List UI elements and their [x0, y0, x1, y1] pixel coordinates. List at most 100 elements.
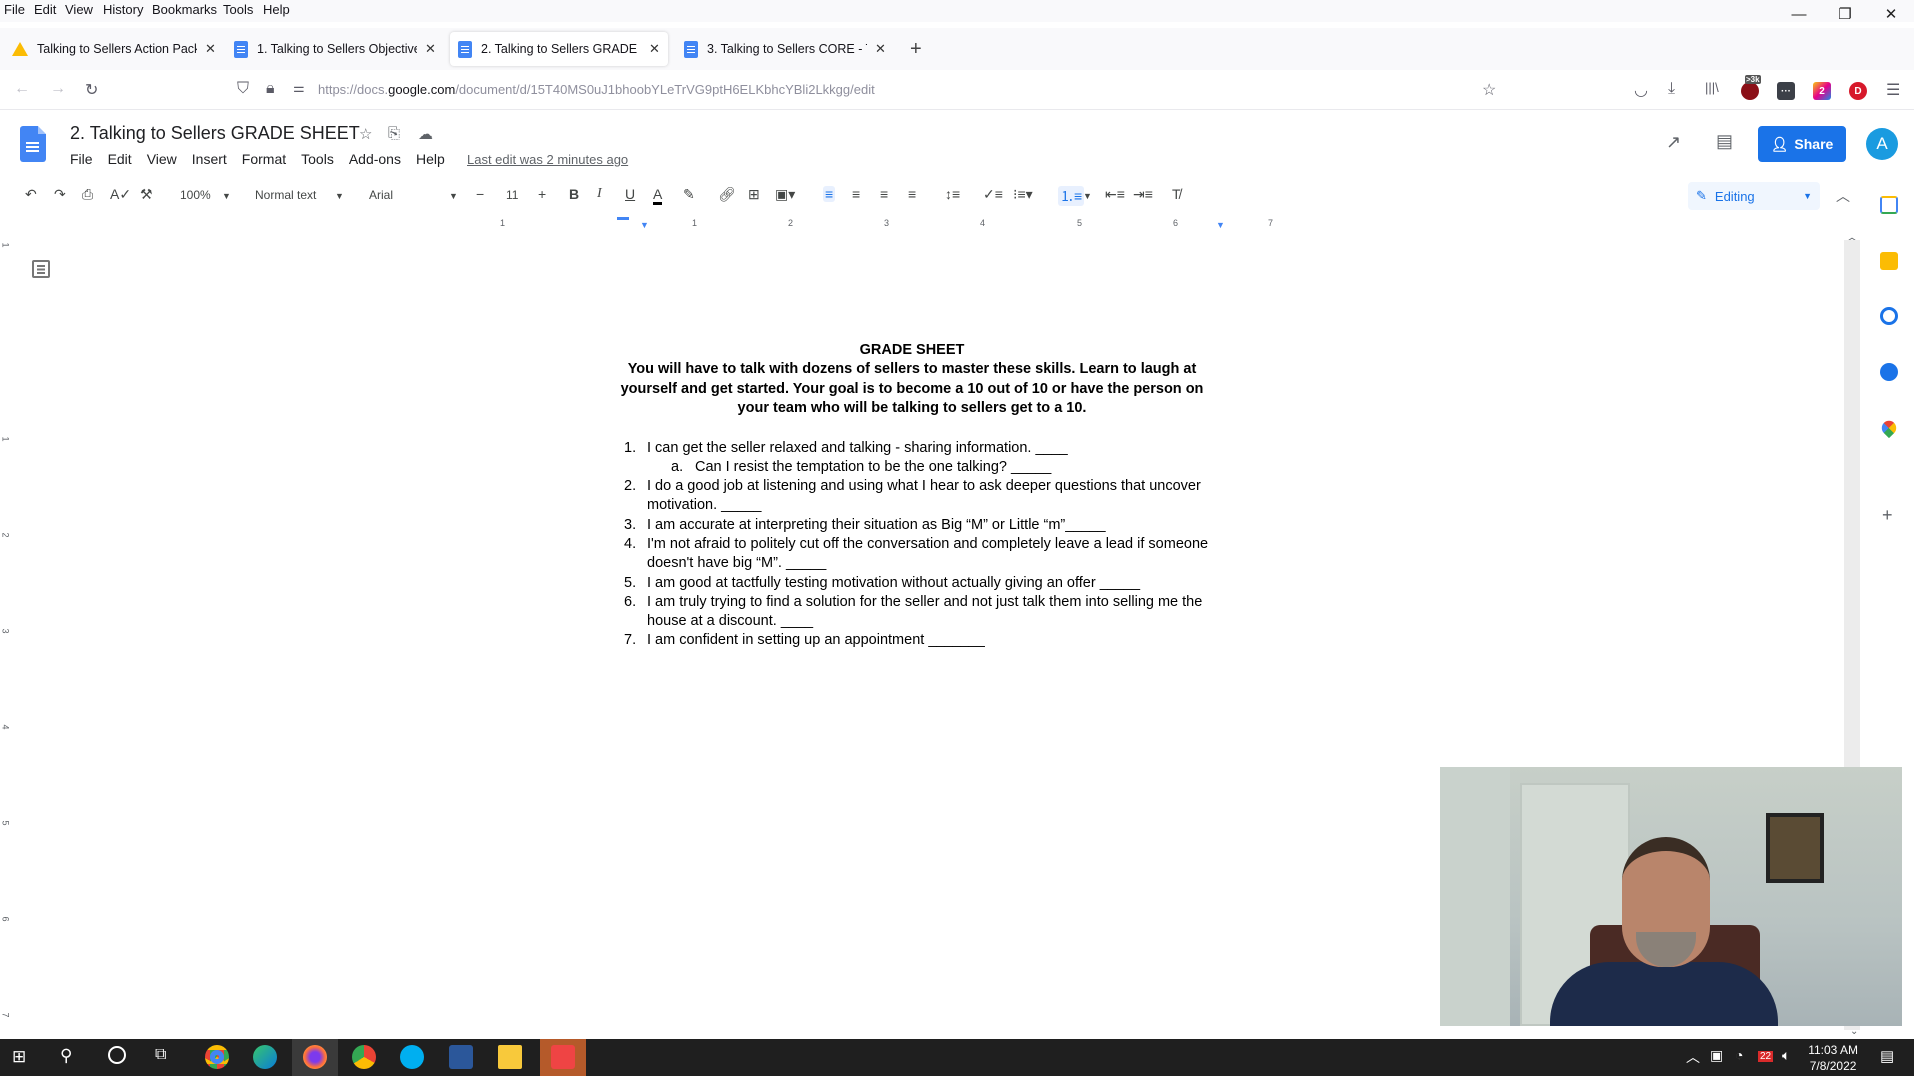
windows-start-icon[interactable]: ⊞	[12, 1047, 26, 1067]
library-icon[interactable]: |||\	[1705, 80, 1719, 95]
bookmark-star-icon[interactable]: ☆	[1482, 80, 1496, 100]
document-title[interactable]: 2. Talking to Sellers GRADE SHEET	[70, 123, 360, 144]
menu-history[interactable]: History	[103, 2, 143, 17]
new-tab-button[interactable]: +	[910, 38, 922, 61]
forward-icon[interactable]: →	[50, 80, 66, 98]
style-select[interactable]: Normal text	[255, 188, 316, 202]
meet-now-icon[interactable]: ▣	[1710, 1047, 1723, 1064]
underline-icon[interactable]: U	[625, 186, 635, 202]
docs-menu-file[interactable]: File	[70, 151, 93, 167]
get-addons-plus-icon[interactable]: +	[1882, 505, 1893, 526]
numbered-list-dropdown-icon[interactable]: ▼	[1083, 191, 1092, 201]
minimize-button[interactable]: —	[1776, 0, 1822, 28]
task-view-icon[interactable]: ⧉	[155, 1046, 166, 1064]
move-folder-icon[interactable]: ⎘	[388, 125, 400, 142]
clear-formatting-icon[interactable]: T̸	[1172, 186, 1181, 202]
justify-icon[interactable]: ≡	[908, 186, 916, 202]
google-docs-logo[interactable]	[20, 126, 46, 162]
insert-link-icon[interactable]: 🔗︎	[718, 186, 736, 203]
decrease-indent-icon[interactable]: ⇤≡	[1105, 186, 1125, 203]
comments-icon[interactable]: ▤	[1716, 131, 1733, 152]
font-dropdown-icon[interactable]: ▼	[449, 191, 458, 201]
increase-indent-icon[interactable]: ⇥≡	[1133, 186, 1153, 203]
bulleted-list-icon[interactable]: ⁝≡▾	[1013, 186, 1033, 203]
snagit-taskbar-icon[interactable]	[551, 1045, 575, 1069]
docs-menu-insert[interactable]: Insert	[192, 151, 227, 167]
tab-objectives[interactable]: 1. Talking to Sellers Objectives - ✕	[226, 32, 444, 66]
tab-close-icon[interactable]: ✕	[649, 41, 660, 57]
add-comment-icon[interactable]: ⊞	[748, 186, 760, 203]
bold-icon[interactable]: B	[569, 186, 579, 202]
skype-taskbar-icon[interactable]	[400, 1045, 424, 1069]
last-edit-link[interactable]: Last edit was 2 minutes ago	[467, 152, 628, 167]
menu-file[interactable]: File	[4, 2, 25, 17]
docs-menu-format[interactable]: Format	[242, 151, 286, 167]
notification-count-badge[interactable]: 22	[1758, 1051, 1774, 1062]
counter-extension-icon[interactable]: 2	[1813, 82, 1831, 100]
word-taskbar-icon[interactable]	[449, 1045, 473, 1069]
menu-edit[interactable]: Edit	[34, 2, 56, 17]
vertical-ruler[interactable]: 1 1 2 3 4 5 6 7	[0, 232, 12, 1030]
docs-menu-edit[interactable]: Edit	[108, 151, 132, 167]
edge-taskbar-icon[interactable]	[253, 1045, 277, 1069]
cortana-icon[interactable]	[108, 1046, 126, 1064]
search-icon[interactable]: ⚲	[60, 1046, 72, 1066]
wifi-icon[interactable]: ◔	[1735, 1047, 1743, 1063]
docs-menu-tools[interactable]: Tools	[301, 151, 334, 167]
tab-core[interactable]: 3. Talking to Sellers CORE - The ✕	[676, 32, 894, 66]
numbered-list-icon[interactable]: ⒈≡	[1058, 186, 1085, 206]
scroll-down-icon[interactable]: ⌄	[1850, 1026, 1858, 1037]
action-center-icon[interactable]: ▤	[1880, 1047, 1894, 1065]
show-hidden-icons[interactable]: ︿	[1686, 1047, 1700, 1067]
checklist-icon[interactable]: ✓≡	[983, 186, 1003, 203]
google-calendar-icon[interactable]	[1880, 196, 1898, 214]
line-spacing-icon[interactable]: ↕≡	[945, 186, 960, 202]
font-select[interactable]: Arial	[369, 188, 393, 202]
align-right-icon[interactable]: ≡	[880, 186, 888, 202]
tracking-shield-icon[interactable]: ⛉	[237, 80, 249, 98]
paint-format-icon[interactable]: ⚒	[140, 186, 153, 203]
align-left-icon[interactable]: ≡	[823, 186, 836, 202]
system-clock[interactable]: 11:03 AM 7/8/2022	[1808, 1042, 1858, 1074]
back-icon[interactable]: ←	[14, 80, 30, 98]
file-explorer-taskbar-icon[interactable]	[498, 1045, 522, 1069]
docs-menu-help[interactable]: Help	[416, 151, 445, 167]
profile-extension-icon[interactable]: D	[1849, 82, 1867, 100]
chrome-taskbar-icon[interactable]	[205, 1045, 229, 1069]
first-line-indent-handle[interactable]	[617, 217, 629, 220]
tab-grade-sheet[interactable]: 2. Talking to Sellers GRADE SHE ✕	[450, 32, 668, 66]
increase-font-size-icon[interactable]: +	[538, 186, 546, 202]
docs-menu-view[interactable]: View	[147, 151, 177, 167]
document-outline-icon[interactable]	[32, 260, 50, 278]
google-contacts-icon[interactable]	[1880, 363, 1898, 381]
document-body[interactable]: GRADE SHEET You will have to talk with d…	[612, 340, 1212, 651]
right-indent-handle[interactable]: ▼	[1216, 220, 1225, 230]
highlight-color-icon[interactable]: ✎	[683, 186, 695, 203]
ublock-extension-icon[interactable]: >3k	[1741, 75, 1761, 100]
font-size-input[interactable]: 11	[506, 188, 518, 202]
menu-help[interactable]: Help	[263, 2, 290, 17]
tab-close-icon[interactable]: ✕	[875, 41, 886, 57]
chrome-profile-taskbar-icon[interactable]	[352, 1045, 376, 1069]
url-bar[interactable]: https://docs.google.com/document/d/15T40…	[318, 82, 875, 97]
star-icon[interactable]: ☆	[359, 125, 372, 143]
style-dropdown-icon[interactable]: ▼	[335, 191, 344, 201]
app-menu-icon[interactable]: ☰	[1886, 80, 1900, 100]
lock-icon[interactable]: 🔒︎	[266, 80, 275, 98]
horizontal-ruler[interactable]: 1 ▼ 1 2 3 4 5 6 ▼ 7	[0, 214, 1850, 232]
left-indent-handle[interactable]: ▼	[640, 220, 649, 230]
tab-close-icon[interactable]: ✕	[425, 41, 436, 57]
spellcheck-icon[interactable]: A✓	[110, 186, 131, 203]
italic-icon[interactable]: I	[597, 186, 602, 202]
activity-trend-icon[interactable]: ↗	[1666, 132, 1681, 153]
redo-icon[interactable]: ↷	[54, 186, 66, 203]
share-button[interactable]: 👤︎ Share	[1758, 126, 1846, 162]
print-icon[interactable]: ⎙	[82, 186, 93, 203]
align-center-icon[interactable]: ≡	[852, 186, 860, 202]
undo-icon[interactable]: ↶	[25, 186, 37, 203]
downloads-icon[interactable]: ⤓	[1668, 80, 1675, 98]
decrease-font-size-icon[interactable]: −	[476, 186, 484, 202]
google-keep-icon[interactable]	[1880, 252, 1898, 270]
docs-menu-addons[interactable]: Add-ons	[349, 151, 401, 167]
zoom-select[interactable]: 100%	[180, 188, 211, 202]
